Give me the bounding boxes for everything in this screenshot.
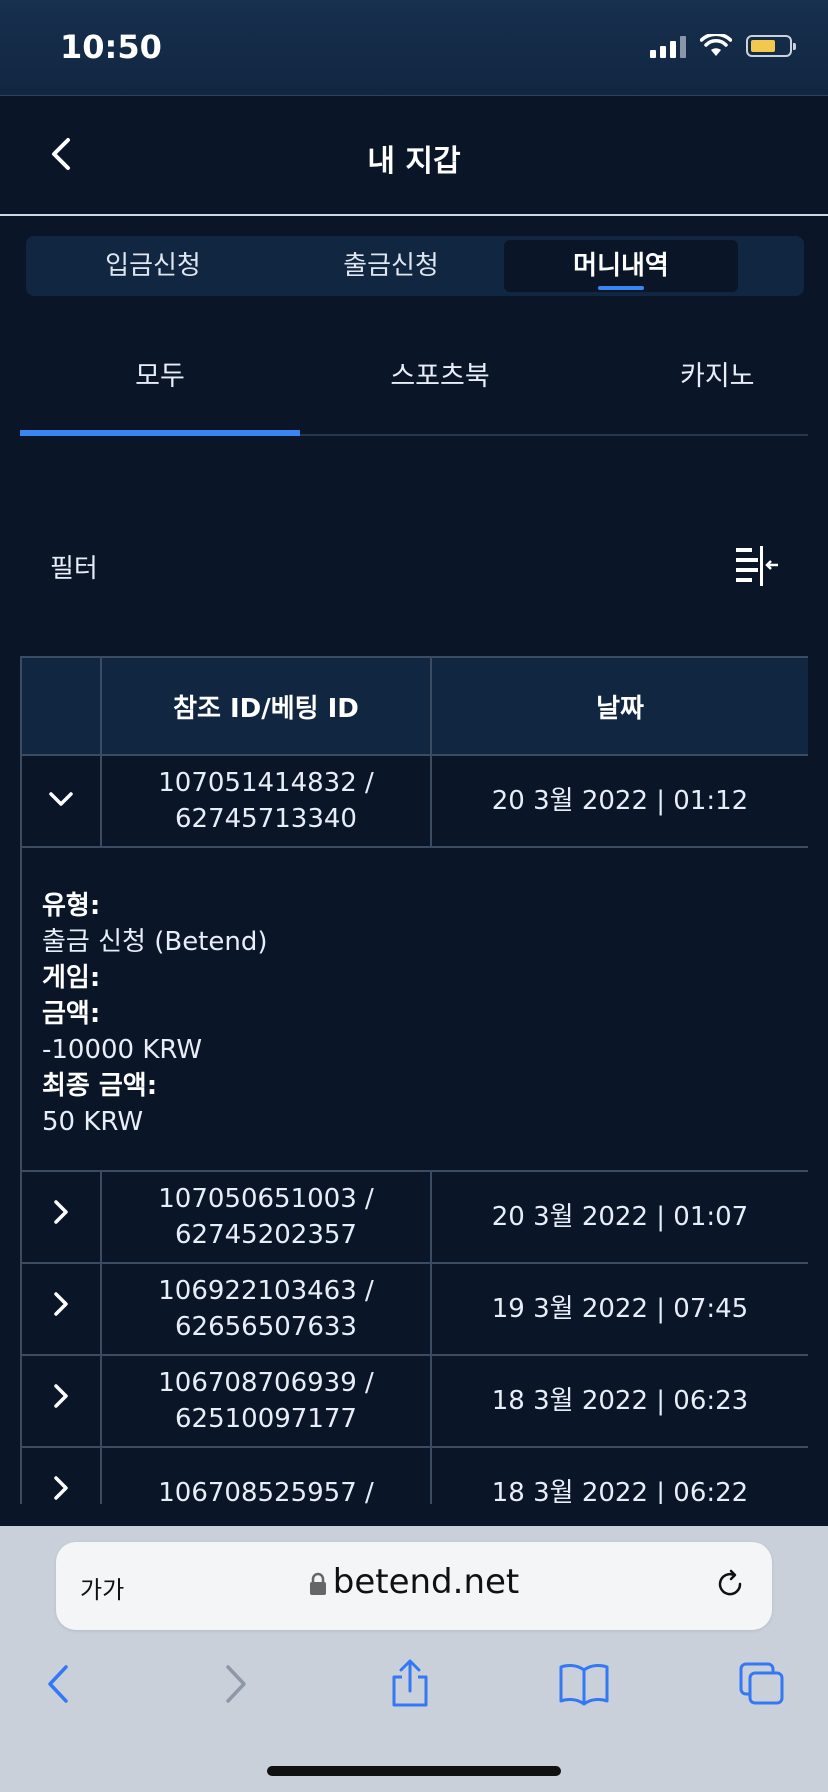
detail-final-label: 최종 금액: <box>42 1071 158 1101</box>
chevron-right-icon <box>54 1384 68 1408</box>
address-bar[interactable]: 가가 betend.net <box>56 1542 772 1630</box>
book-icon <box>559 1663 609 1706</box>
row-toggle[interactable] <box>20 754 102 848</box>
tab-withdraw[interactable]: 출금신청 <box>280 240 502 292</box>
bet-id: 62510097177 <box>175 1404 357 1434</box>
row-ref-id: 106922103463 / 62656507633 <box>100 1262 432 1356</box>
row-date: 19 3월 2022 | 07:45 <box>430 1262 808 1356</box>
bet-id: 62745713340 <box>175 804 357 834</box>
ref-id: 106922103463 / <box>158 1276 374 1306</box>
tab-money-history[interactable]: 머니내역 <box>504 240 738 292</box>
row-ref-id: 107051414832 / 62745713340 <box>100 754 432 848</box>
detail-final-value: 50 KRW <box>42 1107 144 1137</box>
chevron-right-icon <box>54 1476 68 1500</box>
bet-id: 62656507633 <box>175 1312 357 1342</box>
row-toggle[interactable] <box>20 1262 102 1356</box>
status-icons <box>650 34 796 58</box>
status-time: 10:50 <box>60 28 162 66</box>
row-detail: 유형: 출금 신청 (Betend) 게임: 금액: -10000 KRW 최종… <box>20 846 808 1172</box>
header-toggle-col <box>20 656 102 756</box>
subtab-active-indicator <box>20 430 300 436</box>
transaction-table: 참조 ID/베팅 ID 날짜 107051414832 / 62745713340… <box>20 656 808 1504</box>
reload-icon <box>718 1569 742 1596</box>
row-date: 20 3월 2022 | 01:07 <box>430 1170 808 1264</box>
row-toggle[interactable] <box>20 1170 102 1264</box>
chevron-down-icon <box>49 792 73 806</box>
detail-amount-label: 금액: <box>42 999 101 1029</box>
row-date: 20 3월 2022 | 01:12 <box>430 754 808 848</box>
tab-deposit[interactable]: 입금신청 <box>42 240 264 292</box>
row-ref-id: 106708706939 / 62510097177 <box>100 1354 432 1448</box>
home-indicator <box>267 1766 561 1776</box>
detail-amount-value: -10000 KRW <box>42 1035 203 1065</box>
subtab-all[interactable]: 모두 <box>20 354 300 393</box>
ref-id: 106708706939 / <box>158 1368 374 1398</box>
browser-back-button[interactable] <box>28 1654 88 1714</box>
tab-money-history-label: 머니내역 <box>573 251 669 281</box>
category-tabs: 모두 스포츠북 카지노 <box>20 340 808 436</box>
ref-id: 106708525957 / <box>158 1478 374 1504</box>
filter-button[interactable] <box>730 538 786 594</box>
row-ref-id: 107050651003 / 62745202357 <box>100 1170 432 1264</box>
bet-id: 62745202357 <box>175 1220 357 1250</box>
tabs-icon <box>739 1662 784 1705</box>
row-date: 18 3월 2022 | 06:22 <box>430 1446 808 1504</box>
filter-label: 필터 <box>50 554 98 584</box>
chevron-left-icon <box>48 1665 68 1703</box>
browser-chrome: 가가 betend.net <box>0 1526 828 1792</box>
reload-button[interactable] <box>712 1566 748 1606</box>
table-row[interactable]: 106708525957 / 18 3월 2022 | 06:22 <box>20 1446 808 1504</box>
header-date: 날짜 <box>430 656 808 756</box>
wallet-tabs: 입금신청 출금신청 머니내역 <box>26 236 804 296</box>
active-tab-underline <box>598 286 644 290</box>
subtab-sportsbook[interactable]: 스포츠북 <box>300 354 580 393</box>
detail-type-label: 유형: <box>42 891 101 921</box>
table-row[interactable]: 107050651003 / 62745202357 20 3월 2022 | 0… <box>20 1170 808 1264</box>
chevron-right-icon <box>226 1665 246 1703</box>
detail-type-value: 출금 신청 (Betend) <box>42 927 268 957</box>
url-text: betend.net <box>332 1562 520 1602</box>
table-row[interactable]: 107051414832 / 62745713340 20 3월 2022 | 0… <box>20 754 808 848</box>
row-date: 18 3월 2022 | 06:23 <box>430 1354 808 1448</box>
lock-icon <box>309 1572 326 1595</box>
bookmarks-button[interactable] <box>554 1654 614 1714</box>
filter-collapse-icon <box>736 546 778 586</box>
cellular-signal-icon <box>650 34 686 58</box>
table-row[interactable]: 106708706939 / 62510097177 18 3월 2022 | 0… <box>20 1354 808 1448</box>
share-icon <box>392 1659 428 1707</box>
row-ref-id: 106708525957 / <box>100 1446 432 1504</box>
browser-forward-button[interactable] <box>206 1654 266 1714</box>
url-display: betend.net <box>56 1562 772 1602</box>
ref-id: 107050651003 / <box>158 1184 374 1214</box>
share-button[interactable] <box>380 1654 440 1714</box>
status-bar: 10:50 <box>0 0 828 96</box>
table-row[interactable]: 106922103463 / 62656507633 19 3월 2022 | 0… <box>20 1262 808 1356</box>
table-header-row: 참조 ID/베팅 ID 날짜 <box>20 656 808 756</box>
detail-game-label: 게임: <box>42 963 101 993</box>
row-toggle[interactable] <box>20 1354 102 1448</box>
wifi-icon <box>700 34 732 56</box>
app-header: 내 지갑 <box>0 96 828 216</box>
ref-id: 107051414832 / <box>158 768 374 798</box>
chevron-right-icon <box>54 1200 68 1224</box>
row-detail-cell: 유형: 출금 신청 (Betend) 게임: 금액: -10000 KRW 최종… <box>20 846 808 1172</box>
page-title: 내 지갑 <box>367 144 461 179</box>
tabs-button[interactable] <box>732 1654 792 1714</box>
row-toggle[interactable] <box>20 1446 102 1504</box>
battery-icon <box>746 35 796 57</box>
subtab-casino[interactable]: 카지노 <box>580 354 808 393</box>
chevron-right-icon <box>54 1292 68 1316</box>
browser-toolbar <box>0 1654 828 1724</box>
header-ref-id: 참조 ID/베팅 ID <box>100 656 432 756</box>
